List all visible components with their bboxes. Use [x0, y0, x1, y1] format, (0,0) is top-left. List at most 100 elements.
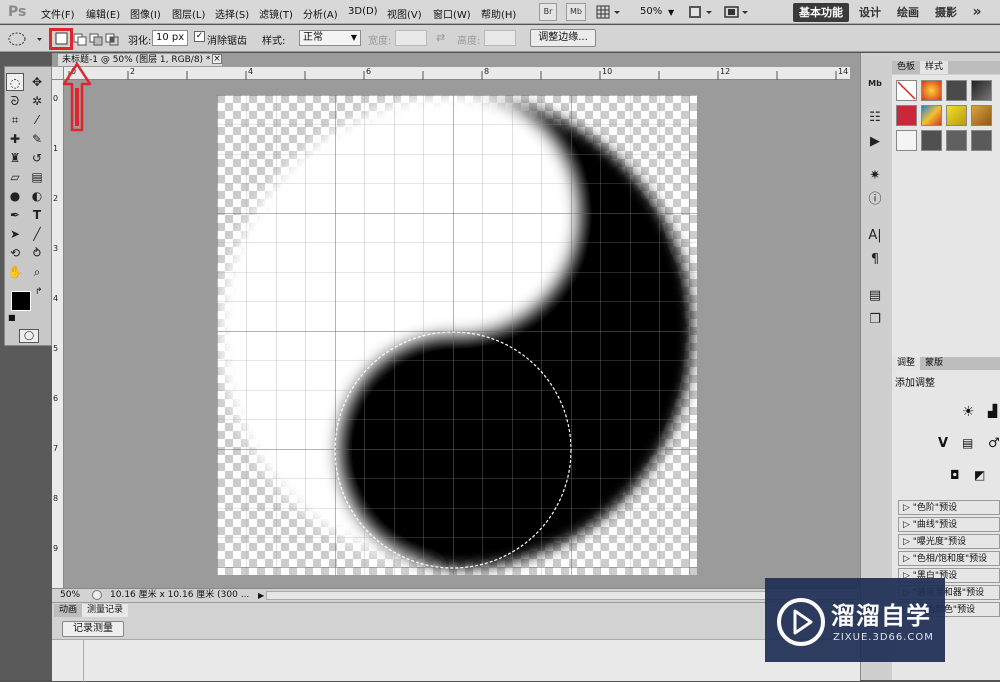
feather-input[interactable]: 10 px [152, 30, 188, 46]
arrange-documents-button[interactable] [688, 4, 716, 20]
tab-adjustments[interactable]: 调整 [892, 357, 921, 370]
navigator-panel-icon[interactable]: ✷ [864, 166, 886, 186]
ruler-vertical[interactable]: 0 1 2 3 4 5 6 7 8 9 [52, 80, 64, 588]
menu-help[interactable]: 帮助(H) [481, 6, 516, 21]
menu-view[interactable]: 视图(V) [387, 6, 422, 21]
style-select[interactable]: 正常 ▼ [299, 30, 361, 46]
style-swatch[interactable] [946, 130, 967, 151]
status-menu-icon[interactable]: ▶ [258, 589, 264, 602]
style-swatch[interactable] [896, 130, 917, 151]
eyedropper-icon[interactable]: ⁄ [28, 111, 46, 129]
menu-3d[interactable]: 3D(D) [348, 6, 378, 17]
menu-image[interactable]: 图像(I) [130, 6, 161, 21]
tool-preset-picker[interactable] [6, 29, 46, 49]
hue-saturation-icon[interactable]: ▤ [962, 436, 973, 450]
3d-orbit-icon[interactable]: ⥁ [28, 244, 46, 262]
move-tool-icon[interactable]: ✥ [28, 73, 46, 91]
style-swatch[interactable] [896, 105, 917, 126]
zoom-dropdown-icon[interactable]: ▼ [668, 8, 674, 17]
style-swatch[interactable] [971, 80, 992, 101]
levels-icon[interactable]: ▟ [988, 404, 997, 418]
workspace-design[interactable]: 设计 [855, 3, 885, 22]
history-panel-icon[interactable]: ☷ [864, 108, 886, 128]
preset-levels[interactable]: ▷ "色阶"预设 [898, 500, 1000, 515]
photo-filter-icon[interactable]: ◘ [950, 468, 960, 482]
brightness-contrast-icon[interactable]: ☀ [962, 404, 975, 420]
pen-tool-icon[interactable]: ✒ [6, 206, 24, 224]
type-tool-icon[interactable]: T [28, 206, 46, 224]
vibrance-icon[interactable]: V [938, 436, 948, 451]
antialias-checkbox[interactable]: ✓ [194, 31, 205, 42]
info-panel-icon[interactable]: ⓘ [864, 190, 886, 210]
zoom-tool-icon[interactable]: ⌕ [28, 263, 46, 281]
menu-analysis[interactable]: 分析(A) [303, 6, 338, 21]
style-swatch-none[interactable] [896, 80, 917, 101]
refine-edge-button[interactable]: 调整边缘... [530, 29, 596, 47]
style-swatch[interactable] [946, 105, 967, 126]
shape-tool-icon[interactable]: ╱ [28, 225, 46, 243]
menu-window[interactable]: 窗口(W) [433, 6, 471, 21]
foreground-color-swatch[interactable] [11, 291, 31, 311]
width-input[interactable] [395, 30, 427, 46]
clone-stamp-icon[interactable]: ♜ [6, 149, 24, 167]
zoom-level[interactable]: 50% [640, 6, 662, 17]
style-swatch[interactable] [921, 130, 942, 151]
preset-exposure[interactable]: ▷ "曝光度"预设 [898, 534, 1000, 549]
gradient-map-icon[interactable]: ◩ [974, 468, 985, 482]
workspace-painting[interactable]: 绘画 [893, 3, 923, 22]
brush-tool-icon[interactable]: ✎ [28, 130, 46, 148]
quick-mask-icon[interactable]: ◯ [19, 329, 39, 343]
status-info-icon[interactable] [92, 590, 102, 600]
ruler-horizontal[interactable]: 0 2 4 6 8 10 12 14 [64, 67, 850, 80]
preset-curves[interactable]: ▷ "曲线"预设 [898, 517, 1000, 532]
mini-bridge-panel-icon[interactable]: Mb [864, 74, 886, 94]
close-document-icon[interactable]: × [212, 54, 222, 64]
eraser-tool-icon[interactable]: ▱ [6, 168, 24, 186]
magic-wand-icon[interactable]: ✲ [28, 92, 46, 110]
3d-rotate-icon[interactable]: ⟲ [6, 244, 24, 262]
tab-measurement-log[interactable]: 测量记录 [82, 604, 129, 617]
style-swatch[interactable] [921, 80, 942, 101]
status-zoom[interactable]: 50% [60, 589, 80, 602]
hand-tool-icon[interactable]: ✋ [6, 263, 24, 281]
style-swatch[interactable] [946, 80, 967, 101]
dodge-tool-icon[interactable]: ◐ [28, 187, 46, 205]
default-colors-icon[interactable]: ■ [8, 313, 16, 322]
blur-tool-icon[interactable]: ● [6, 187, 24, 205]
bridge-button[interactable]: Br [539, 3, 557, 21]
path-selection-icon[interactable]: ➤ [6, 225, 24, 243]
swap-icon[interactable]: ⇄ [436, 31, 445, 44]
tab-animation[interactable]: 动画 [54, 604, 83, 617]
style-swatch[interactable] [971, 105, 992, 126]
view-extras-button[interactable] [596, 4, 624, 20]
menu-select[interactable]: 选择(S) [215, 6, 249, 21]
menu-edit[interactable]: 编辑(E) [86, 6, 120, 21]
height-input[interactable] [484, 30, 516, 46]
tab-swatches[interactable]: 色板 [892, 61, 920, 74]
history-brush-icon[interactable]: ↺ [28, 149, 46, 167]
menu-file[interactable]: 文件(F) [41, 6, 75, 21]
color-balance-icon[interactable]: ♂ [988, 436, 1000, 451]
new-selection-highlight[interactable] [49, 28, 73, 50]
lasso-tool-icon[interactable]: ᘐ [6, 92, 24, 110]
gradient-tool-icon[interactable]: ▤ [28, 168, 46, 186]
character-panel-icon[interactable]: A| [864, 226, 886, 246]
paragraph-panel-icon[interactable]: ¶ [864, 250, 886, 270]
style-swatch[interactable] [971, 130, 992, 151]
more-workspaces-icon[interactable]: » [966, 3, 988, 22]
workspace-photography[interactable]: 摄影 [931, 3, 961, 22]
swap-colors-icon[interactable]: ↱ [35, 287, 43, 297]
healing-brush-icon[interactable]: ✚ [6, 130, 24, 148]
style-swatch[interactable] [921, 105, 942, 126]
document-canvas[interactable] [217, 95, 697, 575]
workspace-essentials[interactable]: 基本功能 [793, 3, 849, 22]
menu-filter[interactable]: 滤镜(T) [259, 6, 293, 21]
menu-layer[interactable]: 图层(L) [172, 6, 205, 21]
preset-hue-saturation[interactable]: ▷ "色相/饱和度"预设 [898, 551, 1000, 566]
actions-panel-icon[interactable]: ▶ [864, 132, 886, 152]
mini-bridge-button[interactable]: Mb [566, 3, 586, 21]
tab-masks[interactable]: 蒙版 [920, 357, 948, 370]
tab-styles[interactable]: 样式 [920, 61, 949, 74]
clone-source-panel-icon[interactable]: ▤ [864, 286, 886, 306]
crop-tool-icon[interactable]: ⌗ [6, 111, 24, 129]
